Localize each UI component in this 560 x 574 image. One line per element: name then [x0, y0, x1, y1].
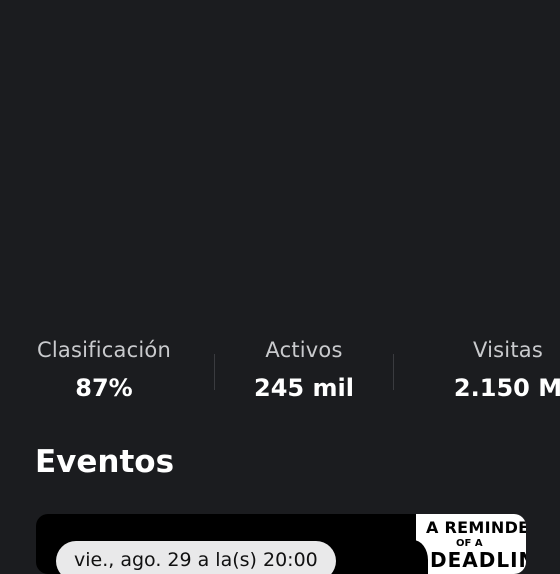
stat-rating-label: Clasificación [37, 338, 171, 362]
stats-row: Clasificación 87% Activos 245 mil Visita… [0, 338, 560, 410]
stat-visits-label: Visitas [473, 338, 543, 362]
event-date-pill: vie., ago. 29 a la(s) 20:00 [56, 541, 336, 574]
event-thumbnail: A REMINDER OF A DEADLINE [398, 514, 526, 574]
event-thumbnail-text: A REMINDER [426, 518, 526, 537]
stat-active: Activos 245 mil [240, 338, 368, 402]
event-thumbnail-text: DEADLINE [430, 548, 526, 572]
stat-active-value: 245 mil [254, 374, 354, 402]
event-thumbnail-shape [398, 540, 428, 574]
stat-rating-value: 87% [75, 374, 133, 402]
stat-divider [214, 354, 215, 390]
stat-visits: Visitas 2.150 M [433, 338, 560, 402]
events-section-title: Eventos [35, 444, 175, 480]
media-area [0, 0, 560, 330]
stat-divider [393, 354, 394, 390]
stat-visits-value: 2.150 M [453, 374, 560, 402]
event-card[interactable]: vie., ago. 29 a la(s) 20:00 A REMINDER O… [36, 514, 526, 574]
stat-rating: Clasificación 87% [34, 338, 174, 402]
stat-active-label: Activos [265, 338, 343, 362]
